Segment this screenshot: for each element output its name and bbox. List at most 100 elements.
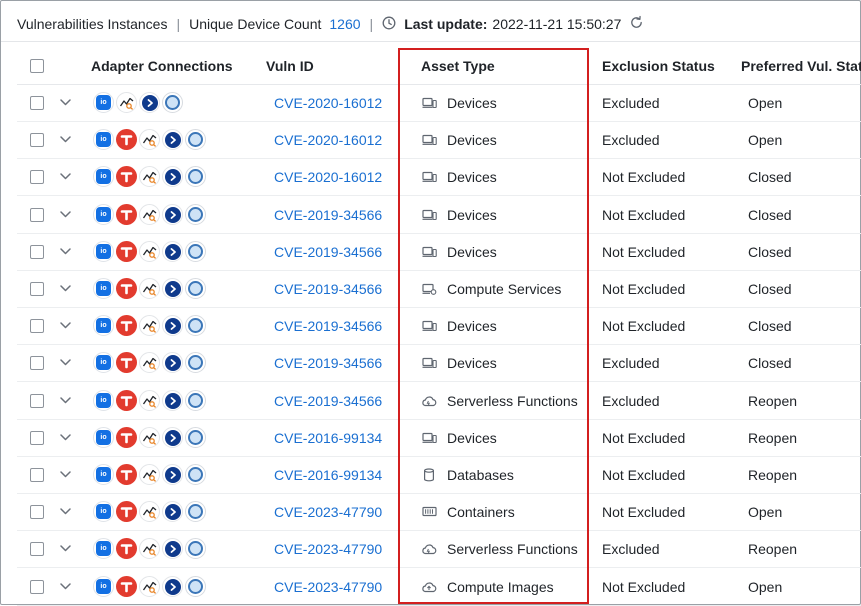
trend-adapter-icon[interactable]	[139, 278, 160, 299]
seal-adapter-icon[interactable]	[185, 501, 206, 522]
column-header-preferred-status[interactable]: Preferred Vul. Status	[741, 47, 861, 84]
trend-adapter-icon[interactable]	[139, 204, 160, 225]
unique-device-count[interactable]: 1260	[329, 16, 360, 32]
io-adapter-icon[interactable]: io	[93, 501, 114, 522]
t-adapter-icon[interactable]	[116, 501, 137, 522]
chevron-down-icon[interactable]	[58, 356, 72, 370]
t-adapter-icon[interactable]	[116, 464, 137, 485]
seal-adapter-icon[interactable]	[185, 166, 206, 187]
column-header-asset-type[interactable]: Asset Type	[421, 47, 495, 84]
row-checkbox[interactable]	[30, 207, 44, 222]
circle-adapter-icon[interactable]	[162, 278, 183, 299]
chevron-down-icon[interactable]	[58, 208, 72, 222]
row-checkbox[interactable]	[30, 467, 44, 482]
trend-adapter-icon[interactable]	[139, 390, 160, 411]
row-checkbox[interactable]	[30, 393, 44, 408]
column-header-exclusion-status[interactable]: Exclusion Status	[602, 47, 715, 84]
circle-adapter-icon[interactable]	[162, 166, 183, 187]
chevron-down-icon[interactable]	[58, 96, 72, 110]
vuln-id-link[interactable]: CVE-2020-16012	[274, 132, 382, 148]
table-row[interactable]: io CVE-2020-16012 Devices Excluded Open	[17, 84, 861, 122]
io-adapter-icon[interactable]: io	[93, 538, 114, 559]
trend-adapter-icon[interactable]	[139, 464, 160, 485]
column-header-adapter-connections[interactable]: Adapter Connections	[91, 47, 233, 84]
vuln-id-link[interactable]: CVE-2020-16012	[274, 95, 382, 111]
t-adapter-icon[interactable]	[116, 278, 137, 299]
seal-adapter-icon[interactable]	[185, 464, 206, 485]
chevron-down-icon[interactable]	[58, 542, 72, 556]
circle-adapter-icon[interactable]	[162, 204, 183, 225]
circle-adapter-icon[interactable]	[162, 501, 183, 522]
vuln-id-link[interactable]: CVE-2019-34566	[274, 355, 382, 371]
io-adapter-icon[interactable]: io	[93, 129, 114, 150]
table-row[interactable]: io CVE-2023-47790 Compute Images Not Exclud…	[17, 568, 861, 606]
row-checkbox[interactable]	[30, 169, 44, 184]
table-row[interactable]: io CVE-2019-34566 Devices Not Excluded Close…	[17, 307, 861, 345]
trend-adapter-icon[interactable]	[139, 576, 160, 597]
table-row[interactable]: io CVE-2023-47790 Serverless Functions Excl…	[17, 530, 861, 568]
seal-adapter-icon[interactable]	[185, 241, 206, 262]
t-adapter-icon[interactable]	[116, 166, 137, 187]
t-adapter-icon[interactable]	[116, 129, 137, 150]
io-adapter-icon[interactable]: io	[93, 464, 114, 485]
seal-adapter-icon[interactable]	[185, 129, 206, 150]
io-adapter-icon[interactable]: io	[93, 352, 114, 373]
io-adapter-icon[interactable]: io	[93, 278, 114, 299]
chevron-down-icon[interactable]	[58, 580, 72, 594]
circle-adapter-icon[interactable]	[162, 241, 183, 262]
row-checkbox[interactable]	[30, 504, 44, 519]
vuln-id-link[interactable]: CVE-2023-47790	[274, 504, 382, 520]
row-checkbox[interactable]	[30, 355, 44, 370]
vuln-id-link[interactable]: CVE-2023-47790	[274, 541, 382, 557]
circle-adapter-icon[interactable]	[162, 538, 183, 559]
circle-adapter-icon[interactable]	[162, 352, 183, 373]
t-adapter-icon[interactable]	[116, 241, 137, 262]
seal-adapter-icon[interactable]	[185, 576, 206, 597]
seal-adapter-icon[interactable]	[185, 278, 206, 299]
seal-adapter-icon[interactable]	[185, 390, 206, 411]
table-row[interactable]: io CVE-2016-99134 Devices Not Excluded Reope…	[17, 419, 861, 457]
io-adapter-icon[interactable]: io	[93, 315, 114, 336]
chevron-down-icon[interactable]	[58, 245, 72, 259]
t-adapter-icon[interactable]	[116, 204, 137, 225]
vuln-id-link[interactable]: CVE-2016-99134	[274, 430, 382, 446]
trend-adapter-icon[interactable]	[139, 315, 160, 336]
vuln-id-link[interactable]: CVE-2020-16012	[274, 169, 382, 185]
trend-adapter-icon[interactable]	[139, 427, 160, 448]
io-adapter-icon[interactable]: io	[93, 576, 114, 597]
seal-adapter-icon[interactable]	[185, 427, 206, 448]
chevron-down-icon[interactable]	[58, 170, 72, 184]
t-adapter-icon[interactable]	[116, 390, 137, 411]
row-checkbox[interactable]	[30, 244, 44, 259]
circle-adapter-icon[interactable]	[162, 576, 183, 597]
vuln-id-link[interactable]: CVE-2023-47790	[274, 579, 382, 595]
trend-adapter-icon[interactable]	[139, 241, 160, 262]
circle-adapter-icon[interactable]	[162, 390, 183, 411]
io-adapter-icon[interactable]: io	[93, 166, 114, 187]
seal-adapter-icon[interactable]	[185, 315, 206, 336]
row-checkbox[interactable]	[30, 430, 44, 445]
trend-adapter-icon[interactable]	[116, 92, 137, 113]
table-row[interactable]: io CVE-2019-34566 Devices Not Excluded Close…	[17, 196, 861, 234]
circle-adapter-icon[interactable]	[162, 427, 183, 448]
circle-adapter-icon[interactable]	[139, 92, 160, 113]
circle-adapter-icon[interactable]	[162, 129, 183, 150]
row-checkbox[interactable]	[30, 132, 44, 147]
refresh-icon[interactable]	[629, 15, 644, 33]
chevron-down-icon[interactable]	[58, 468, 72, 482]
trend-adapter-icon[interactable]	[139, 501, 160, 522]
vuln-id-link[interactable]: CVE-2019-34566	[274, 281, 382, 297]
table-row[interactable]: io CVE-2016-99134 Databases Not Excluded Reo…	[17, 456, 861, 494]
chevron-down-icon[interactable]	[58, 133, 72, 147]
circle-adapter-icon[interactable]	[162, 315, 183, 336]
table-row[interactable]: io CVE-2019-34566 Devices Excluded Closed	[17, 344, 861, 382]
chevron-down-icon[interactable]	[58, 319, 72, 333]
t-adapter-icon[interactable]	[116, 427, 137, 448]
row-checkbox[interactable]	[30, 318, 44, 333]
row-checkbox[interactable]	[30, 541, 44, 556]
io-adapter-icon[interactable]: io	[93, 427, 114, 448]
chevron-down-icon[interactable]	[58, 431, 72, 445]
vuln-id-link[interactable]: CVE-2019-34566	[274, 393, 382, 409]
chevron-down-icon[interactable]	[58, 282, 72, 296]
io-adapter-icon[interactable]: io	[93, 241, 114, 262]
